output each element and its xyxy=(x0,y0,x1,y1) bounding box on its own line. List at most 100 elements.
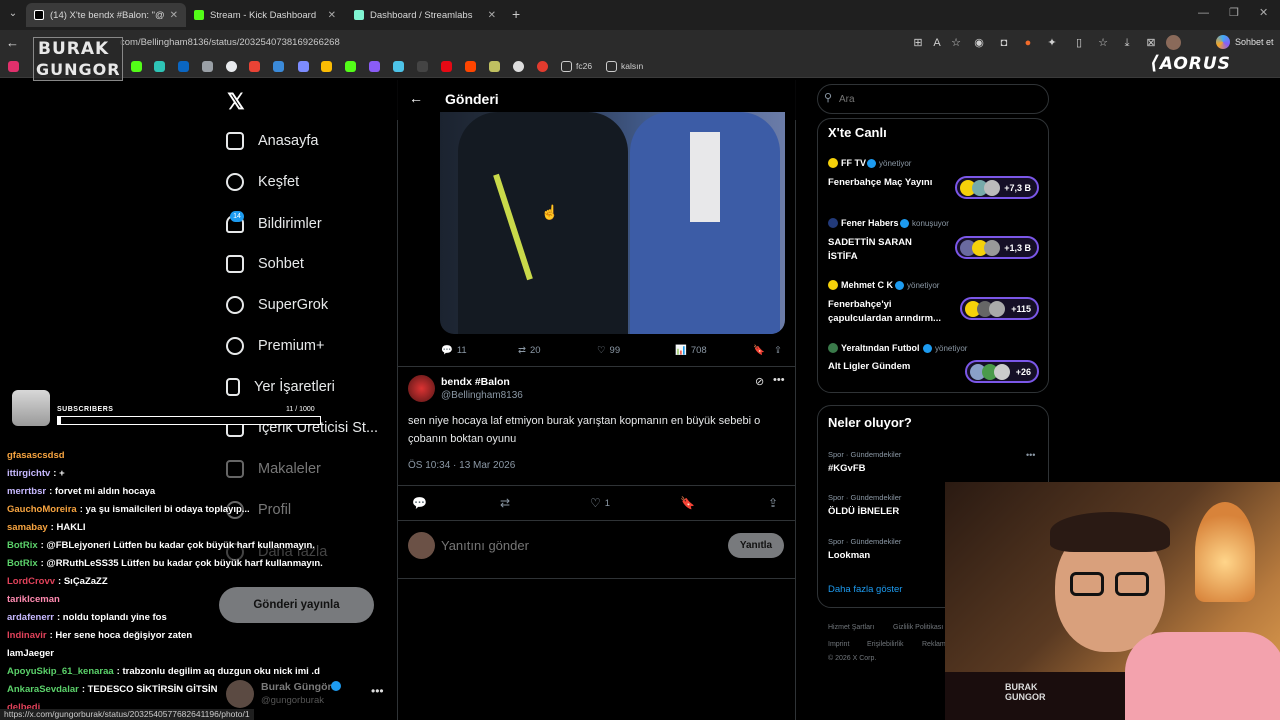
new-tab-plus-icon[interactable]: + xyxy=(512,6,520,22)
post-button[interactable]: Gönderi yayınla xyxy=(219,587,374,623)
chat-username[interactable]: ApoyuSkip_61_kenaraa xyxy=(7,666,114,677)
like-action[interactable]: ♡ 99 xyxy=(597,345,620,356)
bookmark-folder-label[interactable]: fc26 xyxy=(576,61,592,71)
profile-avatar[interactable] xyxy=(1166,35,1181,50)
account-more-icon[interactable]: ••• xyxy=(371,684,384,698)
copilot-label[interactable]: Sohbet et xyxy=(1235,37,1274,47)
bookmark-icon[interactable] xyxy=(273,61,284,72)
read-aloud-icon[interactable]: A xyxy=(930,36,944,50)
chat-username[interactable]: merrtbsr xyxy=(7,486,46,497)
nav-item-articles[interactable]: Makaleler xyxy=(226,453,321,485)
chat-username[interactable]: AnkaraSevdalar xyxy=(7,684,79,695)
chat-username[interactable]: GauchoMoreira xyxy=(7,504,77,515)
trend-name[interactable]: ÖLDÜ İBNELER xyxy=(828,506,899,517)
footer-link[interactable]: Erişilebilirlik xyxy=(867,641,904,648)
footer-link[interactable]: Gizlilik Politikası xyxy=(893,624,943,631)
reply-input[interactable] xyxy=(441,535,701,555)
grok-icon[interactable]: ⊘ xyxy=(755,375,764,388)
chat-username[interactable]: gfasascsdsd xyxy=(7,450,65,461)
folder-icon[interactable] xyxy=(606,61,617,72)
footer-link[interactable]: Imprint xyxy=(828,641,849,648)
favorites-icon[interactable]: ☆ xyxy=(1096,36,1110,50)
views-action[interactable]: 📊 708 xyxy=(675,345,707,356)
live-space-title[interactable]: Fenerbahçe Maç Yayını xyxy=(828,177,956,188)
linkedin-bookmark-icon[interactable] xyxy=(178,61,189,72)
chat-username[interactable]: samabay xyxy=(7,522,48,533)
search-input[interactable] xyxy=(839,92,1029,106)
close-tab-icon[interactable]: ✕ xyxy=(488,10,496,21)
nav-item-supergrok[interactable]: SuperGrok xyxy=(226,289,328,321)
brave-extension-icon[interactable]: ● xyxy=(1021,36,1035,50)
bookmark-icon[interactable] xyxy=(537,61,548,72)
split-screen-icon[interactable]: ▯ xyxy=(1072,36,1086,50)
share-action[interactable]: ⇪ xyxy=(774,345,782,356)
close-tab-icon[interactable]: ✕ xyxy=(170,10,178,21)
reply-author-handle[interactable]: @Bellingham8136 xyxy=(441,390,523,401)
minimize-icon[interactable]: — xyxy=(1198,7,1209,19)
post-photo[interactable] xyxy=(440,112,785,334)
live-listeners-pill[interactable]: +7,3 B xyxy=(955,176,1039,199)
x-logo-icon[interactable]: 𝕏 xyxy=(227,89,245,115)
nav-item-chat[interactable]: Sohbet xyxy=(226,248,304,280)
tab-streamlabs[interactable]: Dashboard / Streamlabs ✕ xyxy=(346,3,504,27)
favorite-star-icon[interactable]: ☆ xyxy=(949,36,963,50)
chat-username[interactable]: BotRix xyxy=(7,558,38,569)
live-host-name[interactable]: Yeraltından Futbol xyxy=(841,343,920,353)
nav-item-premium[interactable]: Premium+ xyxy=(226,330,324,362)
extension-icon[interactable]: ◉ xyxy=(972,36,986,50)
copilot-icon[interactable] xyxy=(1216,35,1230,49)
app-icon[interactable]: ⊞ xyxy=(911,36,925,50)
nav-item-bookmarks[interactable]: Yer İşaretleri xyxy=(226,371,335,403)
bookmark-icon[interactable] xyxy=(226,61,237,72)
reply-timestamp[interactable]: ÖS 10:34 · 13 Mar 2026 xyxy=(408,460,515,471)
trend-name[interactable]: #KGvFB xyxy=(828,463,865,474)
bookmark-icon[interactable] xyxy=(393,61,404,72)
puzzle-extensions-icon[interactable]: ✦ xyxy=(1045,36,1059,50)
trend-more-icon[interactable]: ••• xyxy=(1026,450,1035,460)
close-window-icon[interactable]: ✕ xyxy=(1259,6,1268,19)
reply-action[interactable]: 💬 11 xyxy=(441,345,467,356)
downloads-icon[interactable]: ⤓ xyxy=(1120,36,1134,50)
footer-link[interactable]: Reklam xyxy=(922,641,946,648)
live-host-name[interactable]: Fener Habers xyxy=(841,218,899,228)
bookmark-icon[interactable] xyxy=(298,61,309,72)
trend-name[interactable]: Lookman xyxy=(828,550,870,561)
bookmark-icon[interactable] xyxy=(417,61,428,72)
back-arrow-icon[interactable]: ← xyxy=(6,35,19,50)
bookmark-icon[interactable] xyxy=(465,61,476,72)
bookmark-icon[interactable] xyxy=(441,61,452,72)
nav-item-home[interactable]: Anasayfa xyxy=(226,125,318,157)
chat-username[interactable]: ittirgichtv xyxy=(7,468,50,479)
repost-action[interactable]: ⇄ xyxy=(500,496,510,510)
bookmark-action[interactable]: 🔖 xyxy=(680,496,695,510)
screenshot-icon[interactable]: ⊠ xyxy=(1144,36,1158,50)
folder-icon[interactable] xyxy=(561,61,572,72)
bookmark-icon[interactable] xyxy=(345,61,356,72)
like-action[interactable]: ♡ 1 xyxy=(590,496,610,510)
bookmark-icon[interactable] xyxy=(154,61,165,72)
bookmark-action[interactable]: 🔖 xyxy=(753,345,765,356)
live-host-name[interactable]: FF TV xyxy=(841,158,866,168)
drive-bookmark-icon[interactable] xyxy=(321,61,332,72)
live-space-title[interactable]: Fenerbahçe'yi çapulculardan arındırm... xyxy=(828,298,956,326)
tab-list-chevron-icon[interactable]: ⌄ xyxy=(6,8,20,22)
reply-author-avatar[interactable] xyxy=(408,375,435,402)
maximize-icon[interactable]: ❐ xyxy=(1229,6,1239,19)
live-listeners-pill[interactable]: +1,3 B xyxy=(955,236,1039,259)
bookmark-icon[interactable] xyxy=(513,61,524,72)
reply-action[interactable]: 💬 xyxy=(412,496,427,510)
reply-button[interactable]: Yanıtla xyxy=(728,533,784,558)
chat-username[interactable]: LordCrovv xyxy=(7,576,55,587)
bookmark-icon[interactable] xyxy=(489,61,500,72)
reply-author-name[interactable]: bendx #Balon xyxy=(441,376,510,388)
bookmark-folder-label[interactable]: kalsın xyxy=(621,61,643,71)
share-action[interactable]: ⇪ xyxy=(768,496,778,510)
tab-kick-dashboard[interactable]: Stream - Kick Dashboard ✕ xyxy=(186,3,344,27)
close-tab-icon[interactable]: ✕ xyxy=(328,10,336,21)
live-listeners-pill[interactable]: +115 xyxy=(960,297,1039,320)
account-avatar[interactable] xyxy=(226,680,254,708)
bookmark-icon[interactable] xyxy=(202,61,213,72)
gmail-bookmark-icon[interactable] xyxy=(249,61,260,72)
back-arrow-icon[interactable]: ← xyxy=(409,90,423,106)
footer-link[interactable]: Hizmet Şartları xyxy=(828,624,874,631)
